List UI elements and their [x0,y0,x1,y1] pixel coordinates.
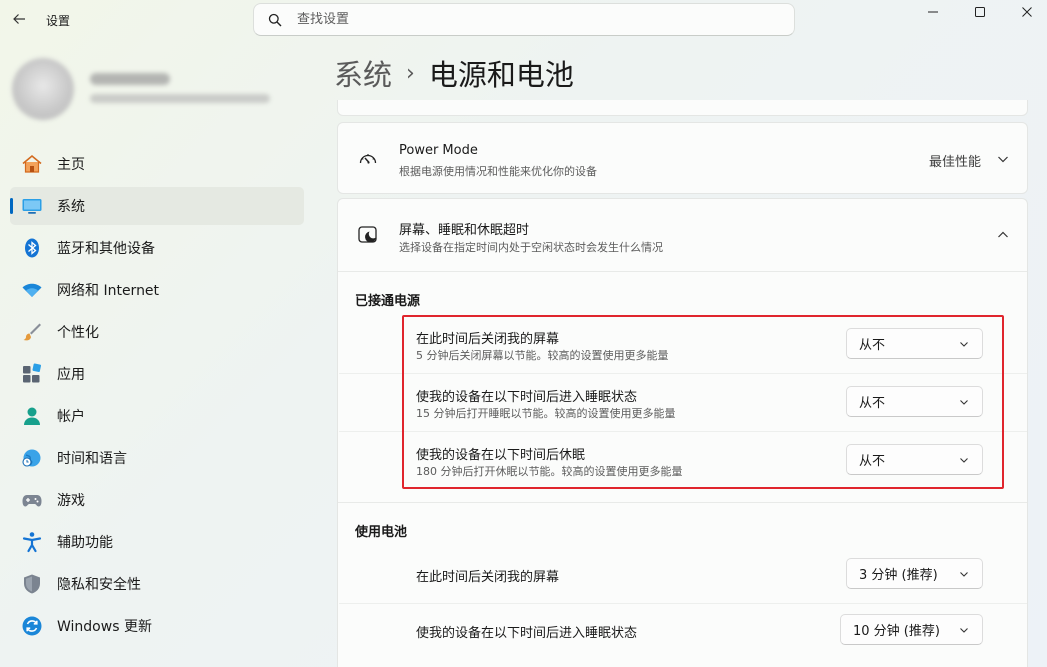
setting-title: 使我的设备在以下时间后休眠 [416,448,586,463]
battery-sleep-row: 使我的设备在以下时间后进入睡眠状态 10 分钟 (推荐) [339,604,1027,660]
sidebar-item-apps[interactable]: 应用 [10,355,304,393]
power-mode-value: 最佳性能 [928,155,981,170]
breadcrumb-separator: › [406,60,415,86]
sidebar-item-accounts[interactable]: 帐户 [10,397,304,435]
chevron-down-icon [958,396,970,408]
screen-sleep-title: 屏幕、睡眠和休眠超时 [399,223,530,238]
user-name-blurred [90,73,170,85]
user-profile[interactable] [12,58,302,122]
sidebar-item-bluetooth[interactable]: 蓝牙和其他设备 [10,229,304,267]
maximize-icon [975,7,985,17]
close-button[interactable] [1005,0,1047,24]
sidebar-item-privacy[interactable]: 隐私和安全性 [10,565,304,603]
user-email-blurred [90,94,270,103]
sidebar-item-system[interactable]: 系统 [10,187,304,225]
sidebar-item-label: 个性化 [57,325,99,341]
sidebar-item-label: 时间和语言 [57,451,127,467]
chevron-up-icon[interactable] [995,227,1011,243]
maximize-button[interactable] [958,0,1002,24]
setting-subtitle: 5 分钟后关闭屏幕以节能。较高的设置使用更多能量 [416,349,669,362]
back-arrow-icon [13,14,25,24]
setting-title: 在此时间后关闭我的屏幕 [416,332,560,347]
breadcrumb-parent-link[interactable]: 系统 [334,52,392,94]
sidebar-item-label: 应用 [57,367,85,383]
sidebar-item-label: 游戏 [57,493,85,509]
chevron-down-icon [995,151,1011,167]
account-icon [20,404,44,428]
sidebar-item-label: 辅助功能 [57,535,113,551]
power-mode-title: Power Mode [399,143,478,158]
screen-sleep-subtitle: 选择设备在指定时间内处于空闲状态时会发生什么情况 [399,241,663,254]
app-title: 设置 [46,14,71,28]
avatar [12,58,74,120]
battery-screen-off-row: 在此时间后关闭我的屏幕 3 分钟 (推荐) [339,546,1027,602]
sidebar-item-network[interactable]: 网络和 Internet [10,271,304,309]
minimize-icon [928,11,938,13]
title-bar: 设置 [0,0,1047,40]
plugged-screen-off-row: 在此时间后关闭我的屏幕 5 分钟后关闭屏幕以节能。较高的设置使用更多能量 从不 [339,316,1027,372]
sidebar-item-label: 蓝牙和其他设备 [57,241,155,257]
sidebar-item-gaming[interactable]: 游戏 [10,481,304,519]
plugged-sleep-dropdown[interactable]: 从不 [846,386,983,417]
battery-sleep-dropdown[interactable]: 10 分钟 (推荐) [840,614,983,645]
minimize-button[interactable] [911,0,955,24]
breadcrumb: 系统 › 电源和电池 [334,52,574,94]
sidebar-item-time-language[interactable]: 时间和语言 [10,439,304,477]
sidebar-item-windows-update[interactable]: Windows 更新 [10,607,304,645]
system-monitor-icon [20,194,44,218]
page-title: 电源和电池 [428,58,574,92]
power-mode-subtitle: 根据电源使用情况和性能来优化你的设备 [399,165,597,178]
setting-subtitle: 15 分钟后打开睡眠以节能。较高的设置使用更多能量 [416,407,676,420]
gamepad-icon [20,488,44,512]
sidebar-item-label: 主页 [57,157,85,173]
shield-icon [20,572,44,596]
plugged-screen-off-dropdown[interactable]: 从不 [846,328,983,359]
screen-sleep-header[interactable]: 屏幕、睡眠和休眠超时 选择设备在指定时间内处于空闲状态时会发生什么情况 [338,199,1027,271]
setting-title: 使我的设备在以下时间后进入睡眠状态 [416,626,638,641]
wifi-icon [20,278,44,302]
close-icon [1022,7,1032,17]
sidebar-item-label: Windows 更新 [57,619,152,635]
accessibility-icon [20,530,44,554]
plugged-sleep-row: 使我的设备在以下时间后进入睡眠状态 15 分钟后打开睡眠以节能。较高的设置使用更… [339,374,1027,430]
chevron-down-icon [958,454,970,466]
divider [338,271,1027,272]
plugged-hibernate-row: 使我的设备在以下时间后休眠 180 分钟后打开休眠以节能。较高的设置使用更多能量… [339,432,1027,488]
sidebar-item-label: 隐私和安全性 [57,577,141,593]
previous-card-edge [337,100,1028,116]
bluetooth-icon [20,236,44,260]
setting-subtitle: 180 分钟后打开休眠以节能。较高的设置使用更多能量 [416,465,683,478]
battery-screen-off-dropdown[interactable]: 3 分钟 (推荐) [846,558,983,589]
sidebar-nav: 主页 系统 蓝牙和其他设备 网络和 Internet 个性化 应用 帐户 时间和… [10,145,304,649]
windows-update-icon [20,614,44,638]
divider [338,502,1027,503]
back-button[interactable] [8,8,30,30]
paintbrush-icon [20,320,44,344]
on-battery-label: 使用电池 [355,525,408,540]
plugged-in-label: 已接通电源 [355,294,421,309]
setting-title: 在此时间后关闭我的屏幕 [416,570,560,585]
search-icon [267,12,283,28]
search-box[interactable] [253,3,795,36]
sidebar-item-label: 帐户 [57,409,85,425]
chevron-down-icon [958,568,970,580]
screen-sleep-icon [356,223,380,247]
sidebar-item-home[interactable]: 主页 [10,145,304,183]
setting-title: 使我的设备在以下时间后进入睡眠状态 [416,390,638,405]
settings-content: Power Mode 根据电源使用情况和性能来优化你的设备 最佳性能 屏幕、睡眠… [337,100,1028,667]
apps-grid-icon [20,362,44,386]
chevron-down-icon [958,624,970,636]
power-mode-card[interactable]: Power Mode 根据电源使用情况和性能来优化你的设备 最佳性能 [337,122,1028,194]
screen-sleep-card: 屏幕、睡眠和休眠超时 选择设备在指定时间内处于空闲状态时会发生什么情况 已接通电… [337,198,1028,667]
plugged-hibernate-dropdown[interactable]: 从不 [846,444,983,475]
sidebar-item-accessibility[interactable]: 辅助功能 [10,523,304,561]
globe-clock-icon [20,446,44,470]
gauge-icon [356,147,380,171]
sidebar-item-label: 系统 [57,199,85,215]
home-icon [20,152,44,176]
sidebar-item-personalization[interactable]: 个性化 [10,313,304,351]
sidebar-item-label: 网络和 Internet [57,283,160,299]
chevron-down-icon [958,338,970,350]
search-input[interactable] [297,12,777,27]
